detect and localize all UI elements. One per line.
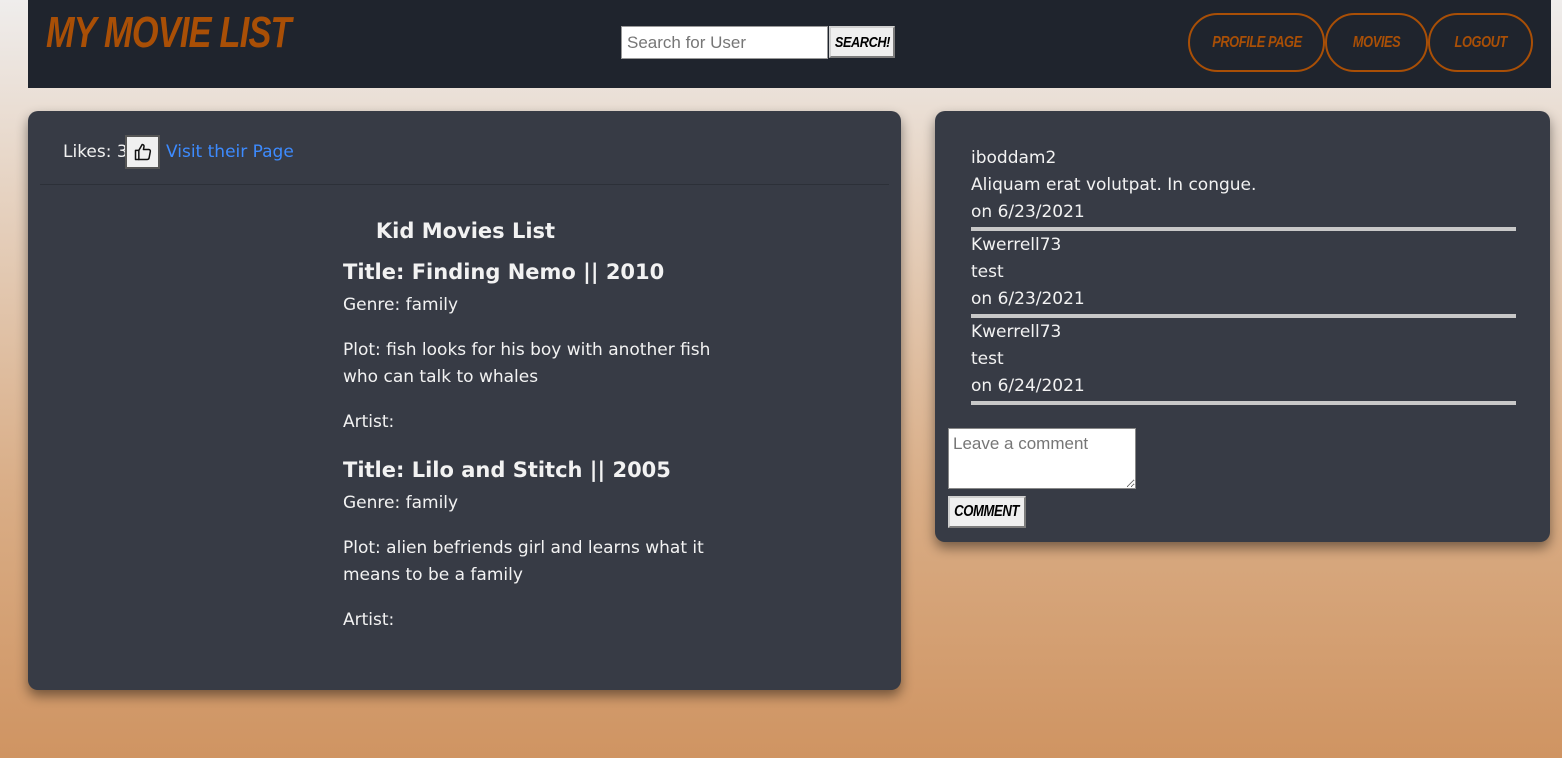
logout-button[interactable]: Logout: [1428, 13, 1533, 72]
movie-plot: Plot: fish looks for his boy with anothe…: [343, 340, 711, 387]
movies-button[interactable]: Movies: [1325, 13, 1428, 72]
comment-divider: [971, 314, 1516, 318]
comment-button-label: Comment: [954, 503, 1020, 520]
movie-genre: Genre: family: [343, 493, 459, 513]
comment-divider: [971, 401, 1516, 405]
movie-plot: Plot: alien befriends girl and learns wh…: [343, 538, 704, 585]
movie-list-card: Likes: 3 Visit their Page Kid Movies Lis…: [28, 111, 901, 690]
comment-date: on 6/23/2021: [971, 289, 1085, 309]
movie-artist: Artist:: [343, 412, 395, 432]
movie-item: Title: Lilo and Stitch || 2005 Genre: fa…: [343, 458, 743, 634]
comment-user: Kwerrell73: [971, 322, 1062, 342]
comment-button[interactable]: Comment: [948, 496, 1026, 528]
comment-date: on 6/23/2021: [971, 202, 1085, 222]
likes-count: Likes: 3: [63, 142, 128, 162]
movie-title: Title: Lilo and Stitch || 2005: [343, 458, 671, 482]
movie-title: Title: Finding Nemo || 2010: [343, 260, 665, 284]
comment-user: iboddam2: [971, 148, 1057, 168]
profile-page-button[interactable]: Profile Page: [1188, 13, 1325, 72]
comments-card: iboddam2 Aliquam erat volutpat. In congu…: [935, 111, 1550, 542]
comment-text: test: [971, 349, 1004, 369]
movie-item: Title: Finding Nemo || 2010 Genre: famil…: [343, 260, 743, 436]
list-title: Kid Movies List: [375, 219, 556, 243]
logout-label: Logout: [1454, 33, 1507, 51]
search-button-label: Search!: [834, 33, 890, 51]
movie-artist: Artist:: [343, 610, 395, 630]
navbar: My Movie List Search! Profile Page Movie…: [28, 0, 1551, 88]
profile-page-label: Profile Page: [1211, 33, 1302, 51]
comment-divider: [971, 227, 1516, 231]
comment-date: on 6/24/2021: [971, 376, 1085, 396]
brand-logo[interactable]: My Movie List: [46, 8, 292, 58]
comment-textarea[interactable]: [948, 428, 1136, 489]
comment-item: iboddam2 Aliquam erat volutpat. In congu…: [971, 145, 1516, 226]
visit-page-link[interactable]: Visit their Page: [166, 142, 294, 162]
card-header: Likes: 3 Visit their Page: [40, 111, 889, 185]
comment-item: Kwerrell73 test on 6/23/2021: [971, 232, 1516, 313]
comment-text: test: [971, 262, 1004, 282]
movies-label: Movies: [1352, 33, 1401, 51]
comment-user: Kwerrell73: [971, 235, 1062, 255]
like-button[interactable]: [125, 135, 160, 169]
comment-text: Aliquam erat volutpat. In congue.: [971, 175, 1257, 195]
comment-item: Kwerrell73 test on 6/24/2021: [971, 319, 1516, 400]
search-input[interactable]: [621, 26, 828, 59]
movie-genre: Genre: family: [343, 295, 459, 315]
search-button[interactable]: Search!: [829, 26, 895, 58]
thumbs-up-icon: [134, 143, 151, 161]
